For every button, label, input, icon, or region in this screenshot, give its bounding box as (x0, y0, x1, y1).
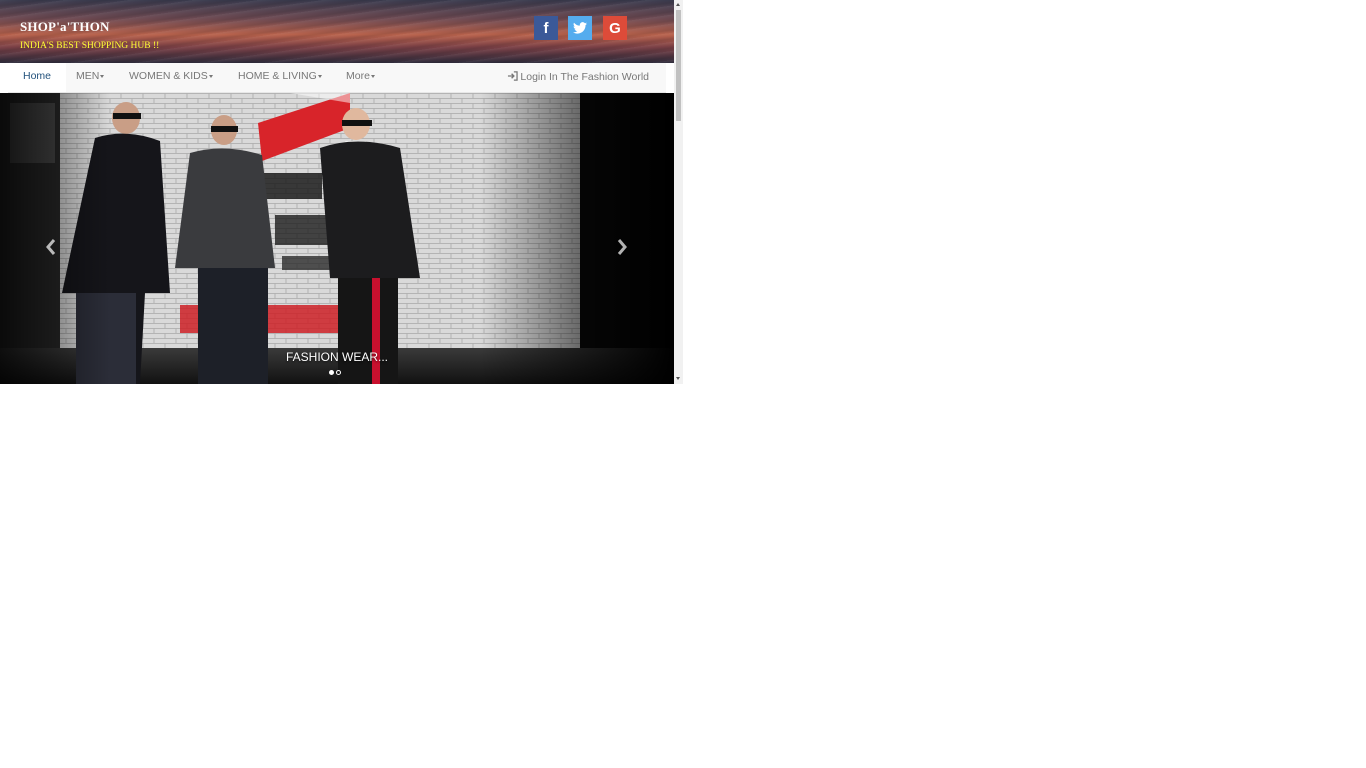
scroll-down-arrow-icon[interactable] (676, 377, 680, 380)
scroll-up-arrow-icon[interactable] (676, 3, 680, 6)
nav-item-men[interactable]: MEN (76, 63, 105, 92)
vertical-scrollbar[interactable] (674, 0, 683, 384)
sign-in-icon (508, 71, 519, 81)
twitter-bird-glyph (573, 22, 587, 34)
nav-item-women-kids[interactable]: WOMEN & KIDS (129, 63, 213, 92)
caret-down-icon (100, 74, 105, 78)
main-navbar: Home MEN WOMEN & KIDS HOME & LIVING More… (8, 63, 666, 93)
caret-down-icon (208, 74, 213, 78)
google-glyph: G (609, 19, 621, 37)
google-icon[interactable]: G (603, 16, 627, 40)
header-banner: SHOP'a'THON INDIA'S BEST SHOPPING HUB !!… (0, 0, 674, 63)
nav-item-label: WOMEN & KIDS (129, 70, 208, 82)
carousel-indicator[interactable] (329, 370, 334, 375)
facebook-glyph: f (543, 19, 549, 37)
scrollbar-thumb[interactable] (676, 10, 681, 121)
login-label: Login In The Fashion World (520, 71, 649, 83)
facebook-icon[interactable]: f (534, 16, 558, 40)
nav-item-label: HOME & LIVING (238, 70, 317, 82)
twitter-icon[interactable] (568, 16, 592, 40)
nav-item-more[interactable]: More (346, 63, 375, 92)
login-link[interactable]: Login In The Fashion World (507, 63, 649, 92)
brand-tagline: INDIA'S BEST SHOPPING HUB !! (20, 41, 160, 51)
caret-down-icon (370, 74, 375, 78)
browser-viewport: SHOP'a'THON INDIA'S BEST SHOPPING HUB !!… (0, 0, 683, 384)
nav-item-home[interactable]: Home (8, 63, 67, 92)
nav-item-label: More (346, 70, 370, 82)
chevron-right-icon[interactable] (615, 237, 629, 257)
hero-slide-image (0, 93, 674, 384)
nav-item-label: MEN (76, 70, 100, 82)
nav-item-label: Home (23, 70, 52, 82)
carousel-indicators (329, 370, 341, 375)
carousel-caption: FASHION WEAR... (285, 350, 388, 364)
carousel-indicator[interactable] (336, 370, 341, 375)
caret-down-icon (317, 74, 322, 78)
hero-carousel[interactable]: FASHION WEAR... (0, 93, 674, 384)
nav-item-home-living[interactable]: HOME & LIVING (238, 63, 322, 92)
chevron-left-icon[interactable] (44, 237, 58, 257)
brand-title[interactable]: SHOP'a'THON (20, 19, 110, 35)
page-content: SHOP'a'THON INDIA'S BEST SHOPPING HUB !!… (0, 0, 674, 384)
